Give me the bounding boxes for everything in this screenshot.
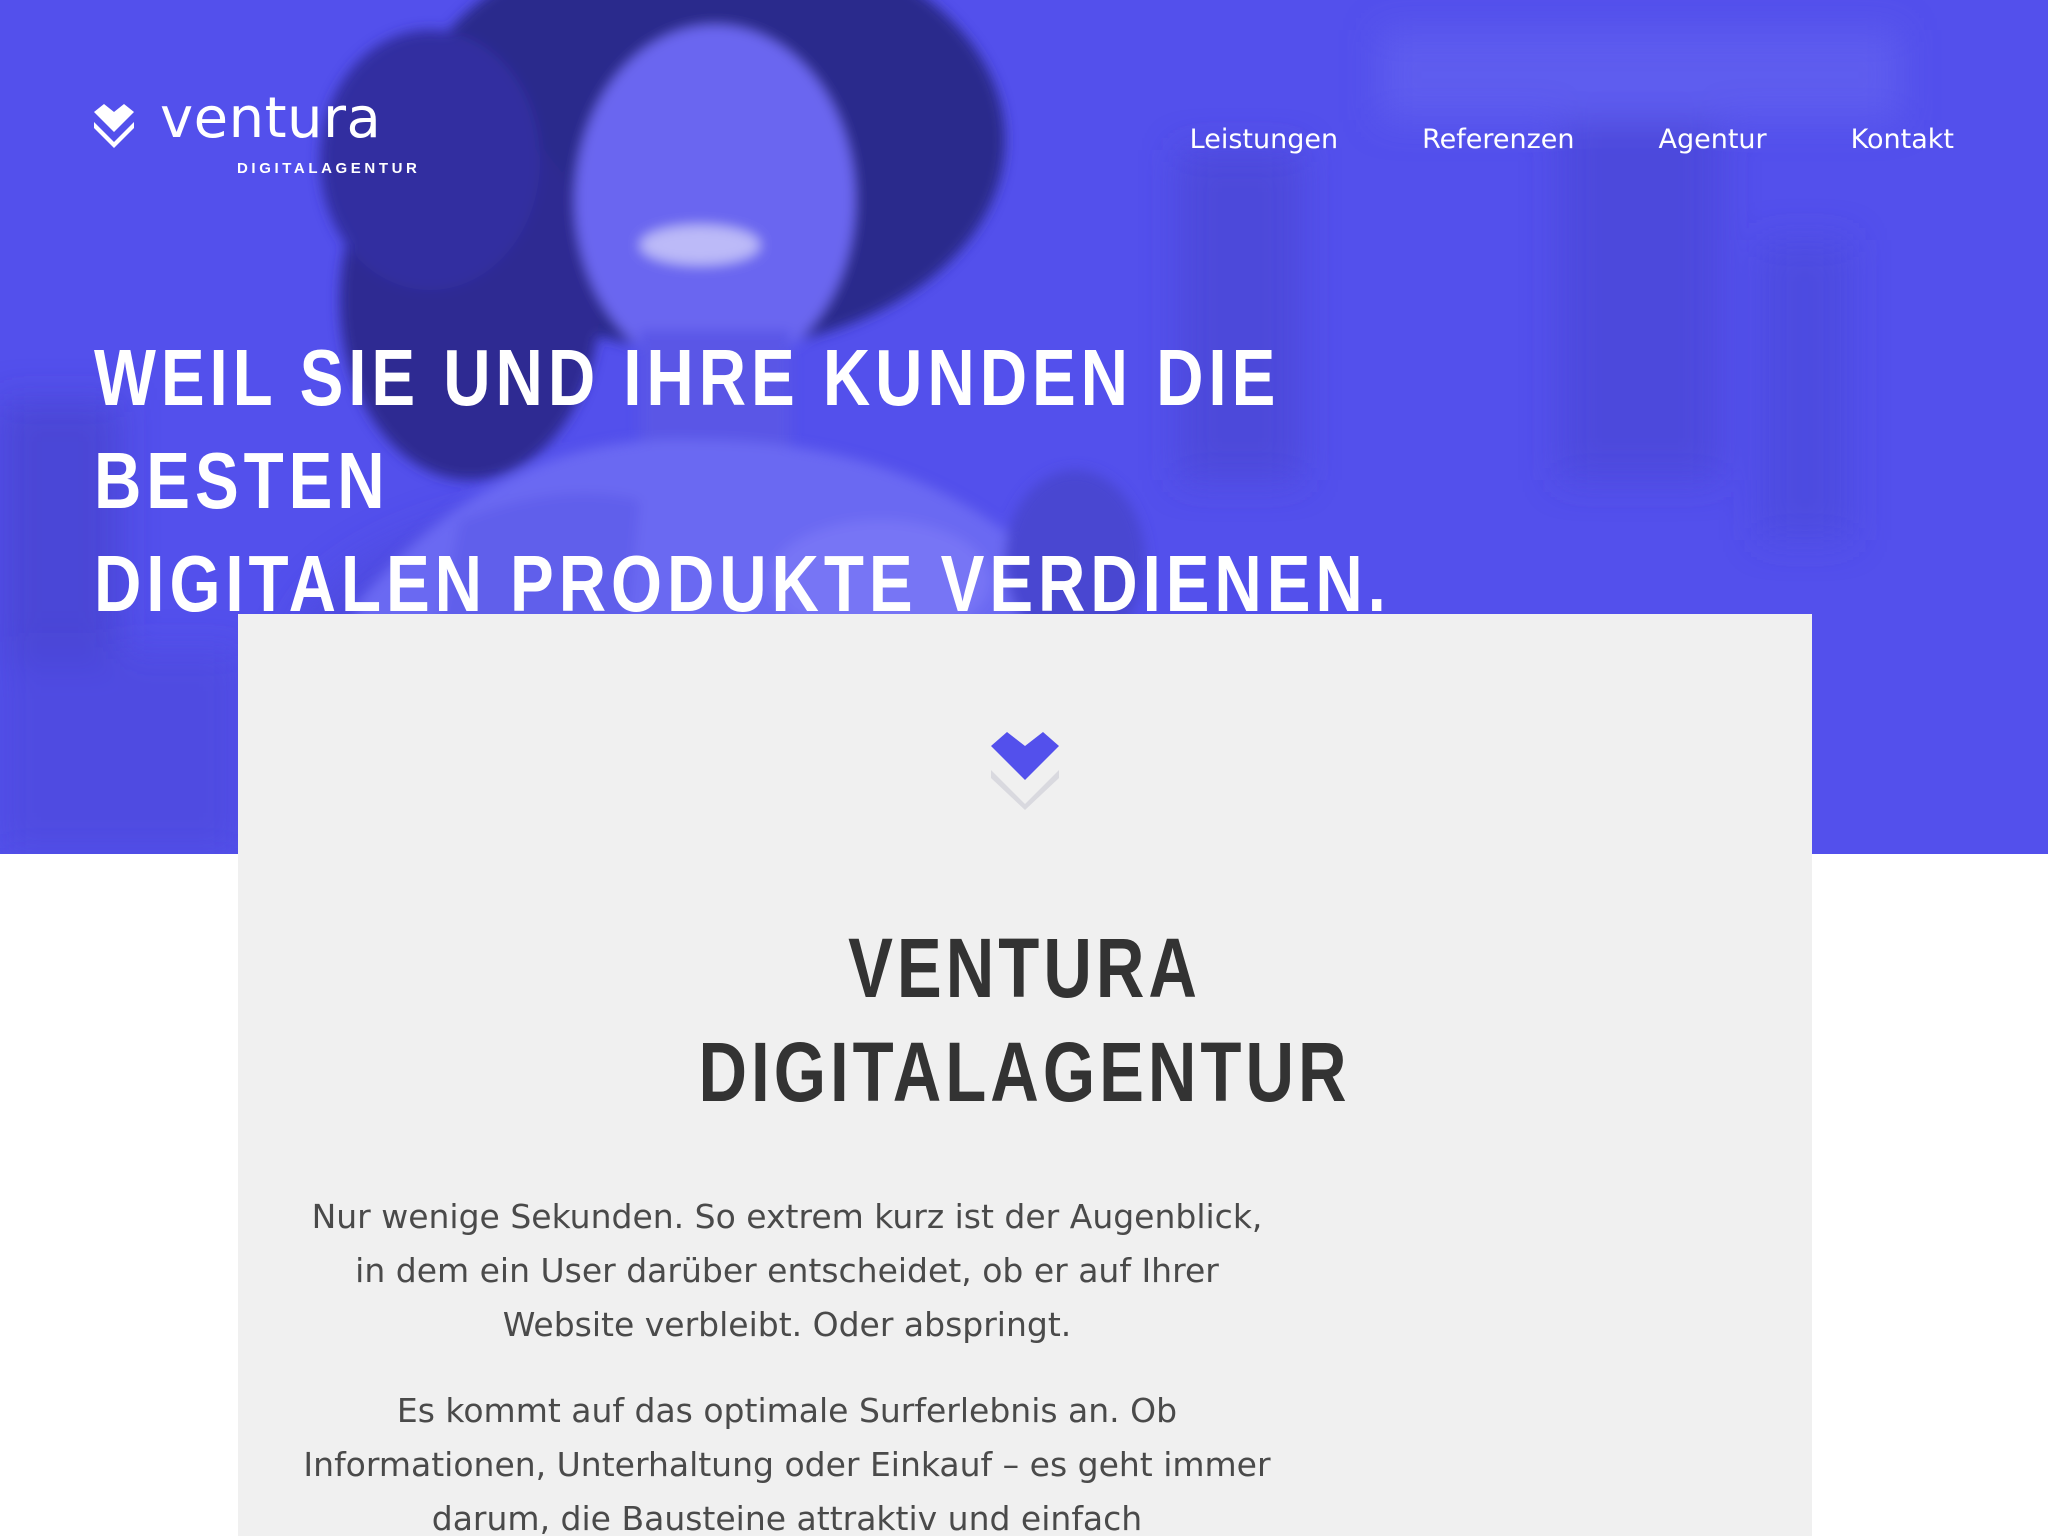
chevron-heart-icon	[991, 732, 1059, 810]
nav-item-leistungen[interactable]: Leistungen	[1190, 124, 1338, 155]
nav-item-kontakt[interactable]: Kontakt	[1851, 124, 1954, 155]
intro-title: VENTURA DIGITALAGENTUR	[238, 916, 1812, 1124]
chevron-heart-icon	[94, 104, 134, 148]
brand-name: ventura	[160, 86, 382, 151]
intro-paragraph-1: Nur wenige Sekunden. So extrem kurz ist …	[311, 1197, 1263, 1344]
nav-item-referenzen[interactable]: Referenzen	[1422, 124, 1574, 155]
brand-logo[interactable]: ventura DIGITALAGENTUR	[92, 86, 417, 184]
hero-headline-line-1: WEIL SIE UND IHRE KUNDEN DIE BESTEN	[94, 333, 1281, 525]
hero-headline: WEIL SIE UND IHRE KUNDEN DIE BESTEN DIGI…	[94, 326, 1439, 635]
intro-title-line-1: VENTURA	[848, 921, 1202, 1015]
intro-paragraph-2: Es kommt auf das optimale Surferlebnis a…	[303, 1391, 1271, 1536]
brand-tagline: DIGITALAGENTUR	[237, 160, 421, 177]
nav-item-agentur[interactable]: Agentur	[1659, 124, 1767, 155]
intro-title-line-2: DIGITALAGENTUR	[698, 1025, 1352, 1119]
main-nav: Leistungen Referenzen Agentur Kontakt	[1190, 124, 1954, 155]
